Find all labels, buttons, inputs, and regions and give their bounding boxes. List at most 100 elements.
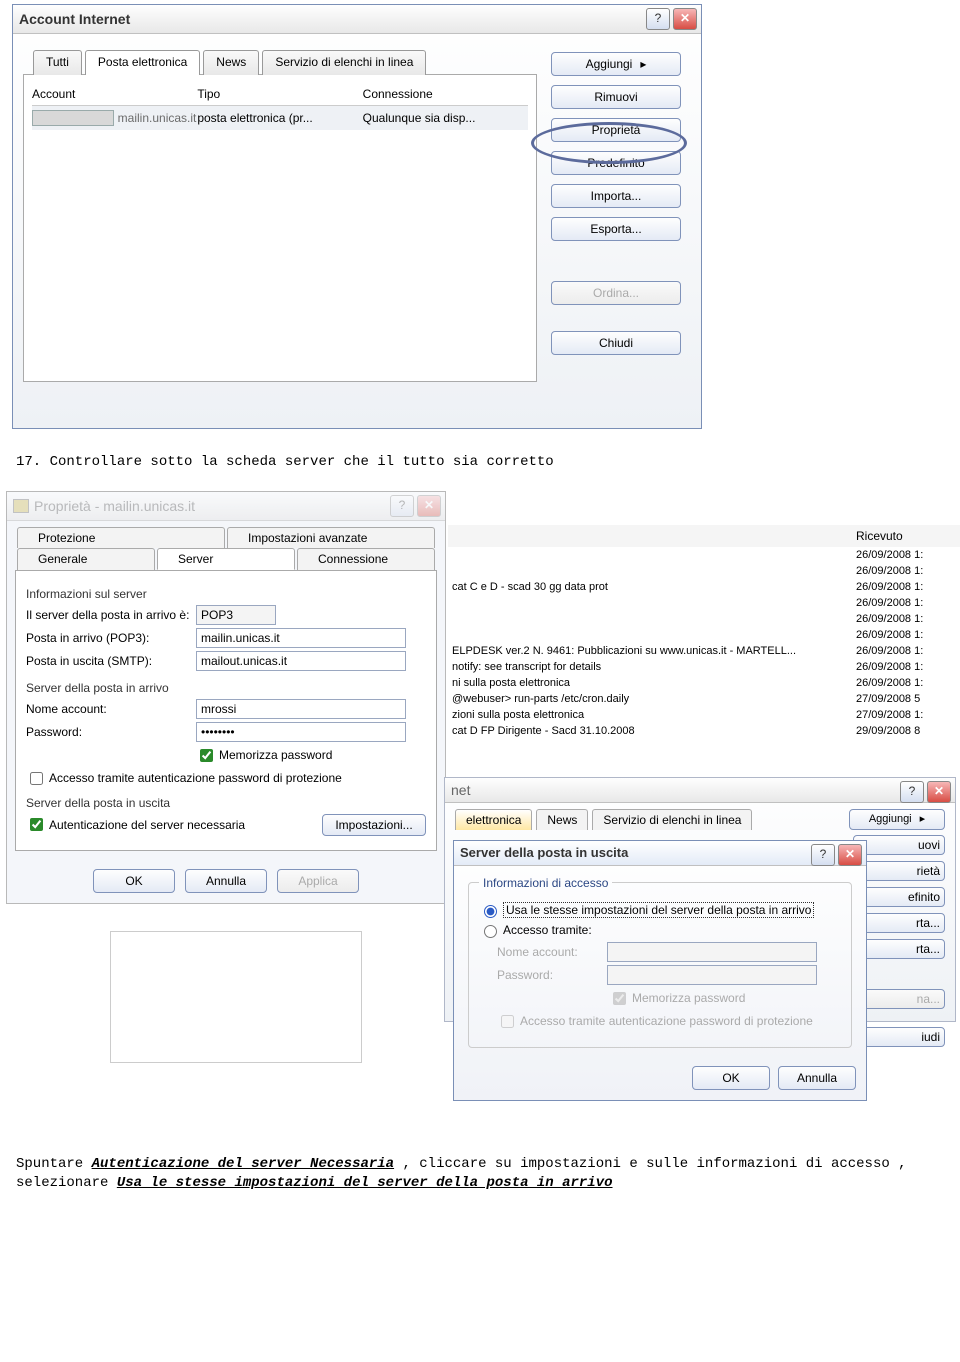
auth-required-checkbox[interactable] [30, 818, 43, 831]
cell-conn: Qualunque sia disp... [363, 111, 528, 125]
secure-auth-checkbox[interactable] [30, 772, 43, 785]
email-date: 29/09/2008 8 [856, 725, 956, 737]
email-row: ELPDESK ver.2 N. 9461: Pubblicazioni su … [448, 643, 960, 659]
label-secure-auth: Accesso tramite autenticazione password … [49, 771, 342, 785]
ok-button-2[interactable]: OK [692, 1066, 770, 1090]
label-account-name: Nome account: [26, 702, 196, 716]
props-footer: OK Annulla Applica [7, 859, 445, 903]
outgoing-title: Server della posta in uscita [460, 845, 628, 860]
tab-dir-2[interactable]: Servizio di elenchi in linea [592, 809, 752, 830]
server-type-field [196, 605, 276, 625]
export-button[interactable]: Esporta... [551, 217, 681, 241]
help-icon[interactable]: ? [646, 8, 670, 30]
help-icon[interactable]: ? [811, 844, 835, 866]
password-field-2 [607, 965, 817, 985]
label-auth-required: Autenticazione del server necessaria [49, 818, 245, 832]
tab-news[interactable]: News [203, 50, 259, 75]
memorize-checkbox-2 [613, 992, 626, 1005]
tab-directory[interactable]: Servizio di elenchi in linea [262, 50, 426, 75]
email-row: cat C e D - scad 30 gg data prot26/09/20… [448, 579, 960, 595]
outgoing-server-dialog: Server della posta in uscita ? ✕ Informa… [453, 840, 867, 1101]
email-row: @webuser> run-parts /etc/cron.daily27/09… [448, 691, 960, 707]
email-date: 26/09/2008 1: [856, 661, 956, 673]
import-button[interactable]: Importa... [551, 184, 681, 208]
add-button-2[interactable]: Aggiungi▸ [849, 809, 945, 830]
help-icon[interactable]: ? [390, 495, 414, 517]
smtp-field[interactable] [196, 651, 406, 671]
cell-account: mailin.unicas.it [118, 111, 198, 125]
list-row[interactable]: mailin.unicas.it posta elettronica (pr..… [32, 106, 528, 130]
email-subject [452, 613, 856, 625]
pop3-field[interactable] [196, 628, 406, 648]
label-account-2: Nome account: [497, 945, 607, 959]
email-row: 26/09/2008 1: [448, 547, 960, 563]
ok-button[interactable]: OK [93, 869, 175, 893]
tab-connection[interactable]: Connessione [297, 548, 435, 570]
remove-button[interactable]: Rimuovi [551, 85, 681, 109]
close-button[interactable]: Chiudi [551, 331, 681, 355]
memorize-checkbox[interactable] [200, 749, 213, 762]
tab-all[interactable]: Tutti [33, 50, 82, 75]
tab-server[interactable]: Server [157, 548, 295, 570]
help-icon[interactable]: ? [900, 781, 924, 803]
step-text: 17. Controllare sotto la scheda server c… [16, 453, 944, 473]
email-row: 26/09/2008 1: [448, 595, 960, 611]
tab-security[interactable]: Protezione [17, 527, 225, 548]
titlebar: Account Internet ? ✕ [13, 5, 701, 34]
tab-news-2[interactable]: News [536, 809, 588, 830]
label-server-type: Il server della posta in arrivo è: [26, 608, 196, 622]
label-password: Password: [26, 725, 196, 739]
close-icon[interactable]: ✕ [927, 781, 951, 803]
account-field-2 [607, 942, 817, 962]
properties-dialog: Proprietà - mailin.unicas.it ? ✕ Protezi… [6, 491, 446, 904]
radio-access-via[interactable] [484, 925, 497, 938]
close-icon[interactable]: ✕ [673, 8, 697, 30]
accounts-dialog: Account Internet ? ✕ Tutti Posta elettro… [12, 4, 702, 429]
tab-general[interactable]: Generale [17, 548, 155, 570]
email-list-bg: Ricevuto 26/09/2008 1:26/09/2008 1:cat C… [448, 525, 960, 739]
email-subject: zioni sulla posta elettronica [452, 709, 856, 721]
add-button[interactable]: Aggiungi▸ [551, 52, 681, 76]
email-row: 26/09/2008 1: [448, 611, 960, 627]
apply-button: Applica [277, 869, 359, 893]
props-body: Informazioni sul server Il server della … [15, 570, 437, 851]
titlebar-2: net ? ✕ [445, 778, 955, 803]
email-date: 26/09/2008 1: [856, 629, 956, 641]
close-icon[interactable]: ✕ [838, 844, 862, 866]
account-name-field[interactable] [196, 699, 406, 719]
close-icon[interactable]: ✕ [417, 495, 441, 517]
group-legend: Informazioni di accesso [479, 876, 612, 890]
secure-checkbox-2 [501, 1015, 514, 1028]
mail-account-icon [32, 110, 114, 126]
tab-mail-2[interactable]: elettronica [455, 809, 532, 830]
label-same-settings: Usa le stesse impostazioni del server de… [503, 902, 814, 918]
cancel-button[interactable]: Annulla [185, 869, 267, 893]
cell-type: posta elettronica (pr... [197, 111, 362, 125]
email-subject: notify: see transcript for details [452, 661, 856, 673]
tab-mail[interactable]: Posta elettronica [85, 50, 200, 75]
default-button[interactable]: Predefinito [551, 151, 681, 175]
list-header: Account Tipo Connessione [32, 83, 528, 106]
settings-button[interactable]: Impostazioni... [322, 814, 426, 836]
email-date: 26/09/2008 1: [856, 581, 956, 593]
email-date: 26/09/2008 1: [856, 677, 956, 689]
label-secure-2: Accesso tramite autenticazione password … [520, 1014, 813, 1028]
email-subject: @webuser> run-parts /etc/cron.daily [452, 693, 856, 705]
password-field[interactable] [196, 722, 406, 742]
email-date: 27/09/2008 5 [856, 693, 956, 705]
group-server-info: Informazioni sul server [26, 587, 426, 601]
email-subject [452, 629, 856, 641]
tab-advanced[interactable]: Impostazioni avanzate [227, 527, 435, 548]
email-row: notify: see transcript for details26/09/… [448, 659, 960, 675]
group-incoming: Server della posta in arrivo [26, 681, 426, 695]
title-2: net [451, 782, 470, 798]
overlapping-windows: Ricevuto 26/09/2008 1:26/09/2008 1:cat C… [0, 491, 960, 1131]
email-date: 27/09/2008 1: [856, 709, 956, 721]
email-date: 26/09/2008 1: [856, 613, 956, 625]
properties-button[interactable]: Proprietà [551, 118, 681, 142]
radio-same-settings[interactable] [484, 905, 497, 918]
email-date: 26/09/2008 1: [856, 565, 956, 577]
cancel-button-2[interactable]: Annulla [778, 1066, 856, 1090]
label-password-2: Password: [497, 968, 607, 982]
col-account: Account [32, 87, 197, 101]
